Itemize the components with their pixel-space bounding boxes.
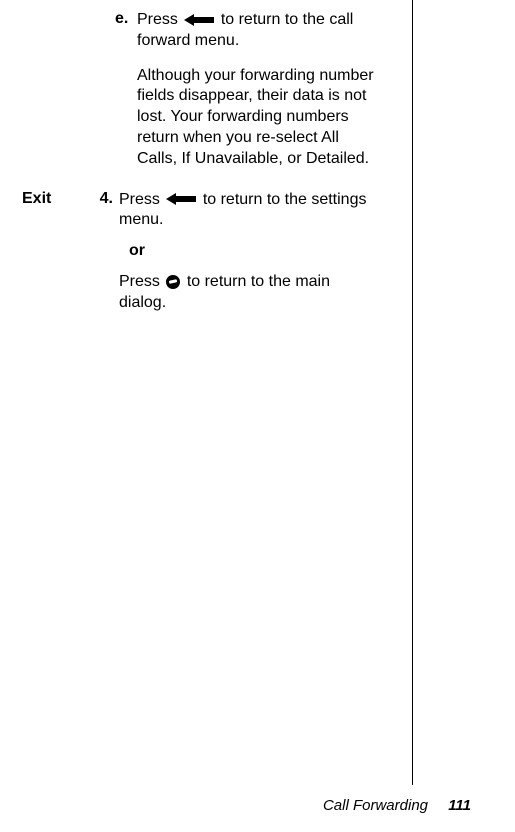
step-e: e. Press to return to the call forward m… xyxy=(115,10,375,170)
back-key-icon xyxy=(184,14,214,26)
step-number: 4. xyxy=(97,190,119,314)
right-border-line xyxy=(412,0,413,785)
end-key-icon xyxy=(166,275,180,289)
press-text: Press xyxy=(137,11,178,28)
side-label-exit: Exit xyxy=(0,190,97,314)
step-letter: e. xyxy=(115,10,137,52)
footer-page-number: 111 xyxy=(448,797,471,814)
press-text: Press xyxy=(119,191,160,208)
or-text: or xyxy=(129,241,374,262)
exit-section: Exit 4. Press to return to the settings … xyxy=(0,190,515,314)
back-key-icon xyxy=(166,193,196,205)
step-e-note: Although your forwarding number fields d… xyxy=(137,66,375,170)
step-e-body: Press to return to the call forward menu… xyxy=(137,10,375,52)
exit-body: Press to return to the settings menu. or… xyxy=(119,190,374,314)
press-text: Press xyxy=(119,273,160,290)
footer-section: Call Forwarding xyxy=(323,797,428,814)
page-content: e. Press to return to the call forward m… xyxy=(0,0,515,314)
page-footer: Call Forwarding 111 xyxy=(323,797,471,814)
